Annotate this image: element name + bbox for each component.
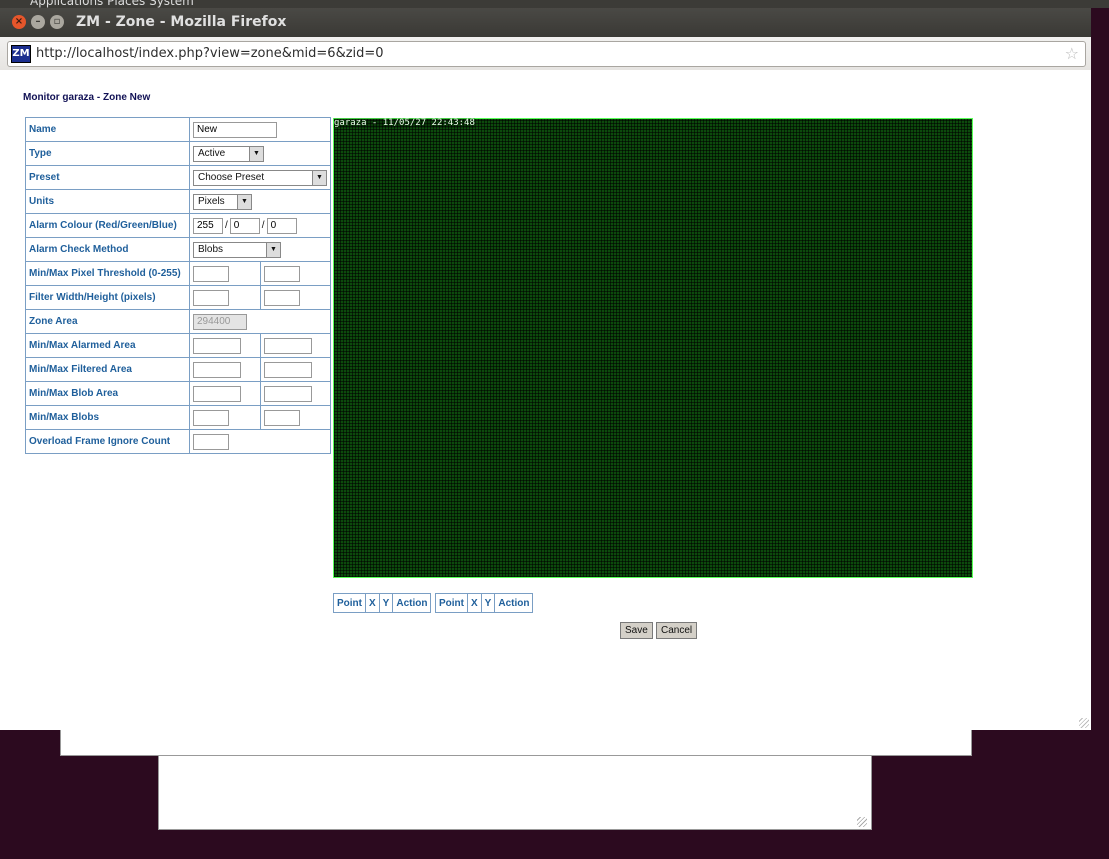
zm-favicon-icon: ZM <box>11 45 31 63</box>
row-overload: Overload Frame Ignore Count <box>25 429 331 454</box>
zone-area-input <box>193 313 247 330</box>
points-table-right: Point X Y Action <box>435 593 534 613</box>
type-select-value: Active <box>198 147 226 159</box>
row-name: Name <box>25 117 331 142</box>
min-alarmed-area-input[interactable] <box>193 337 241 354</box>
row-alarmed-area: Min/Max Alarmed Area <box>25 333 331 358</box>
name-cell <box>189 117 331 142</box>
row-zone-area: Zone Area <box>25 309 331 334</box>
max-pixel-threshold-input[interactable] <box>263 265 300 282</box>
row-filter-size: Filter Width/Height (pixels) <box>25 285 331 310</box>
url-bar[interactable]: ZM http://localhost/index.php?view=zone&… <box>7 41 1086 67</box>
points-header-y: Y <box>378 593 394 613</box>
page-content: Monitor garaza - Zone New Name Type Acti… <box>0 70 1091 730</box>
url-text[interactable]: http://localhost/index.php?view=zone&mid… <box>36 46 384 61</box>
close-window-icon[interactable]: × <box>12 15 26 29</box>
points-table-left: Point X Y Action <box>333 593 432 613</box>
max-blob-area-input[interactable] <box>263 385 312 402</box>
row-check-method: Alarm Check Method Blobs ▼ <box>25 237 331 262</box>
name-input[interactable] <box>193 121 277 138</box>
navigation-bar: ZM http://localhost/index.php?view=zone&… <box>0 37 1091 71</box>
points-header-point: Point <box>435 593 468 613</box>
zone-settings-table: Name Type Active▼ Preset Choose Preset▼ … <box>25 117 331 454</box>
min-pixel-threshold-input[interactable] <box>193 265 229 282</box>
resize-grip-icon[interactable] <box>1079 718 1089 728</box>
min-filtered-area-input[interactable] <box>193 361 241 378</box>
pixel-threshold-label: Min/Max Pixel Threshold (0-255) <box>25 261 190 286</box>
page-title: Monitor garaza - Zone New <box>23 92 151 103</box>
max-alarmed-area-input[interactable] <box>263 337 312 354</box>
window-title: ZM - Zone - Mozilla Firefox <box>76 14 287 30</box>
chevron-down-icon: ▼ <box>266 242 280 257</box>
resize-grip-icon <box>857 817 867 827</box>
row-pixel-threshold: Min/Max Pixel Threshold (0-255) <box>25 261 331 286</box>
filter-height-input[interactable] <box>263 289 300 306</box>
zone-area-label: Zone Area <box>25 309 190 334</box>
units-label: Units <box>25 189 190 214</box>
alarm-green-input[interactable] <box>229 217 260 234</box>
type-label: Type <box>25 141 190 166</box>
filter-width-input[interactable] <box>193 289 229 306</box>
row-type: Type Active ▼ <box>25 141 331 166</box>
row-preset: Preset Choose Preset ▼ <box>25 165 331 190</box>
chevron-down-icon: ▼ <box>312 170 326 185</box>
points-header-row: Point X Y Action <box>435 593 534 613</box>
bookmark-star-icon[interactable]: ☆ <box>1065 44 1079 63</box>
zone-image-canvas[interactable]: garaza - 11/05/27 22:43:48 <box>333 118 973 578</box>
check-method-select[interactable]: Blobs ▼ <box>193 241 281 258</box>
filtered-area-label: Min/Max Filtered Area <box>25 357 190 382</box>
preset-label: Preset <box>25 165 190 190</box>
points-header-y: Y <box>480 593 496 613</box>
units-select[interactable]: Pixels ▼ <box>193 193 252 210</box>
alarm-blue-input[interactable] <box>266 217 297 234</box>
row-alarm-colour: Alarm Colour (Red/Green/Blue) // <box>25 213 331 238</box>
title-bar[interactable]: × – ▫ ZM - Zone - Mozilla Firefox <box>0 8 1091 37</box>
type-select[interactable]: Active ▼ <box>193 145 264 162</box>
overload-count-input[interactable] <box>193 433 229 450</box>
points-header-action: Action <box>494 593 534 613</box>
points-header-action: Action <box>392 593 432 613</box>
alarm-red-input[interactable] <box>193 217 223 234</box>
max-blobs-input[interactable] <box>263 409 300 426</box>
preset-select-value: Choose Preset <box>198 171 265 183</box>
blobs-label: Min/Max Blobs <box>25 405 190 430</box>
blob-area-label: Min/Max Blob Area <box>25 381 190 406</box>
preset-cell: Choose Preset ▼ <box>189 165 331 190</box>
firefox-window: × – ▫ ZM - Zone - Mozilla Firefox ZM htt… <box>0 8 1091 730</box>
min-blob-area-input[interactable] <box>193 385 241 402</box>
max-filtered-area-input[interactable] <box>263 361 312 378</box>
alarm-colour-cell: // <box>189 213 331 238</box>
points-header-x: X <box>365 593 380 613</box>
chevron-down-icon: ▼ <box>237 194 251 209</box>
points-header-row: Point X Y Action <box>333 593 432 613</box>
alarm-colour-label: Alarm Colour (Red/Green/Blue) <box>25 213 190 238</box>
units-select-value: Pixels <box>198 195 225 207</box>
row-units: Units Pixels ▼ <box>25 189 331 214</box>
background-window-strip <box>60 728 972 756</box>
overload-label: Overload Frame Ignore Count <box>25 429 190 454</box>
cancel-button[interactable]: Cancel <box>656 622 698 639</box>
name-label: Name <box>25 117 190 142</box>
filter-size-label: Filter Width/Height (pixels) <box>25 285 190 310</box>
type-cell: Active ▼ <box>189 141 331 166</box>
row-blobs: Min/Max Blobs <box>25 405 331 430</box>
row-filtered-area: Min/Max Filtered Area <box>25 357 331 382</box>
row-blob-area: Min/Max Blob Area <box>25 381 331 406</box>
units-cell: Pixels ▼ <box>189 189 331 214</box>
points-header-x: X <box>467 593 482 613</box>
points-header-point: Point <box>333 593 366 613</box>
preset-select[interactable]: Choose Preset ▼ <box>193 169 327 186</box>
min-blobs-input[interactable] <box>193 409 229 426</box>
maximize-window-icon[interactable]: ▫ <box>50 15 64 29</box>
desktop-panel-text: Applications Places System <box>30 0 194 8</box>
check-method-label: Alarm Check Method <box>25 237 190 262</box>
desktop-top-panel: Applications Places System <box>0 0 1109 8</box>
chevron-down-icon: ▼ <box>249 146 263 161</box>
image-timestamp-caption: garaza - 11/05/27 22:43:48 <box>334 118 475 128</box>
alarmed-area-label: Min/Max Alarmed Area <box>25 333 190 358</box>
save-button[interactable]: Save <box>620 622 653 639</box>
minimize-window-icon[interactable]: – <box>31 15 45 29</box>
check-method-select-value: Blobs <box>198 243 224 255</box>
check-method-cell: Blobs ▼ <box>189 237 331 262</box>
